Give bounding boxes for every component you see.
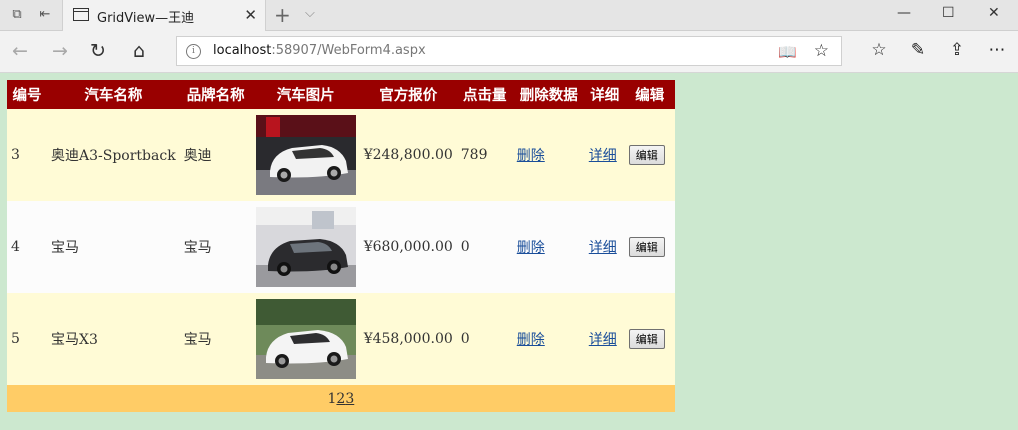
cell-brand: 奥迪 — [179, 109, 252, 201]
close-window-icon[interactable]: ✕ — [988, 5, 1000, 21]
refresh-icon[interactable]: ↻ — [86, 40, 110, 62]
favorite-star-icon[interactable]: ☆ — [814, 41, 829, 61]
cell-car-name: 奥迪A3-Sportback — [47, 109, 180, 201]
car-gridview: 编号 汽车名称 品牌名称 汽车图片 官方报价 点击量 删除数据 详细 编辑 3 … — [7, 80, 675, 412]
cell-image — [251, 293, 360, 385]
maximize-icon[interactable]: ☐ — [942, 5, 955, 21]
cell-clicks: 0 — [456, 201, 513, 293]
edit-button[interactable]: 编辑 — [628, 237, 665, 257]
cell-id: 4 — [7, 201, 47, 293]
tab-list-chevron-icon[interactable]: ⌵ — [305, 6, 315, 21]
tab-title: GridView—王迪 — [97, 11, 195, 26]
close-tab-icon[interactable]: ✕ — [244, 6, 257, 24]
cell-detail: 详细 — [584, 109, 625, 201]
detail-link[interactable]: 详细 — [589, 332, 617, 348]
cell-price: ¥248,800.00 — [359, 109, 457, 201]
pager-link[interactable]: 3 — [345, 391, 354, 407]
cell-car-name: 宝马 — [47, 201, 180, 293]
cell-detail: 详细 — [584, 293, 625, 385]
info-icon[interactable]: i — [186, 44, 201, 59]
delete-link[interactable]: 删除 — [517, 240, 545, 256]
delete-link[interactable]: 删除 — [517, 332, 545, 348]
cell-clicks: 789 — [456, 109, 513, 201]
white-bmw-car-photo — [255, 299, 356, 379]
minimize-icon[interactable]: — — [897, 5, 911, 21]
page-icon — [73, 8, 89, 21]
cell-image — [251, 201, 360, 293]
address-bar[interactable]: i localhost:58907/WebForm4.aspx 📖 ☆ — [176, 36, 842, 66]
set-tabs-aside-icon[interactable]: ⇤ — [36, 6, 54, 24]
cell-delete: 删除 — [512, 201, 585, 293]
address-toolbar: ← → ↻ ⌂ i localhost:58907/WebForm4.aspx … — [0, 31, 1018, 73]
cell-id: 5 — [7, 293, 47, 385]
dark-bmw-car-photo — [255, 207, 356, 287]
delete-link[interactable]: 删除 — [517, 148, 545, 164]
table-row: 4 宝马 宝马 ¥680,000.00 0 删除 详细 编辑 — [7, 201, 675, 293]
header-price: 官方报价 — [359, 80, 457, 109]
edit-button[interactable]: 编辑 — [628, 329, 665, 349]
header-delete: 删除数据 — [512, 80, 585, 109]
cell-image — [251, 109, 360, 201]
pager: 123 — [7, 385, 675, 412]
web-note-icon[interactable]: ✎ — [907, 40, 929, 60]
new-tab-icon[interactable]: + — [274, 3, 291, 27]
detail-link[interactable]: 详细 — [589, 240, 617, 256]
header-id: 编号 — [7, 80, 47, 109]
share-icon[interactable]: ⇪ — [946, 40, 968, 60]
header-image: 汽车图片 — [251, 80, 360, 109]
browser-tab[interactable]: GridView—王迪 ✕ — [62, 0, 266, 31]
header-clicks: 点击量 — [456, 80, 513, 109]
cell-price: ¥458,000.00 — [359, 293, 457, 385]
header-car-name: 汽车名称 — [47, 80, 180, 109]
reading-view-icon[interactable]: 📖 — [778, 43, 797, 61]
cell-clicks: 0 — [456, 293, 513, 385]
table-row: 5 宝马X3 宝马 ¥458,000.00 0 删除 详细 编辑 — [7, 293, 675, 385]
cell-delete: 删除 — [512, 109, 585, 201]
cell-price: ¥680,000.00 — [359, 201, 457, 293]
header-edit: 编辑 — [624, 80, 675, 109]
home-icon[interactable]: ⌂ — [127, 40, 151, 62]
header-row: 编号 汽车名称 品牌名称 汽车图片 官方报价 点击量 删除数据 详细 编辑 — [7, 80, 675, 109]
header-brand: 品牌名称 — [179, 80, 252, 109]
pager-link[interactable]: 2 — [336, 391, 345, 407]
white-audi-car-photo — [255, 115, 356, 195]
cell-delete: 删除 — [512, 293, 585, 385]
more-icon[interactable]: ⋯ — [986, 40, 1008, 60]
cell-car-name: 宝马X3 — [47, 293, 180, 385]
forward-icon[interactable]: → — [48, 40, 72, 62]
edit-button[interactable]: 编辑 — [628, 145, 665, 165]
tab-manager-icon[interactable]: ⧉ — [8, 6, 26, 24]
table-row: 3 奥迪A3-Sportback 奥迪 ¥248,800.00 789 删除 详… — [7, 109, 675, 201]
cell-detail: 详细 — [584, 201, 625, 293]
cell-edit: 编辑 — [624, 109, 675, 201]
favorites-hub-icon[interactable]: ☆ — [868, 40, 890, 60]
detail-link[interactable]: 详细 — [589, 148, 617, 164]
cell-edit: 编辑 — [624, 293, 675, 385]
header-detail: 详细 — [584, 80, 625, 109]
url-text[interactable]: localhost:58907/WebForm4.aspx — [213, 43, 426, 58]
back-icon[interactable]: ← — [8, 40, 32, 62]
cell-brand: 宝马 — [179, 201, 252, 293]
cell-id: 3 — [7, 109, 47, 201]
cell-brand: 宝马 — [179, 293, 252, 385]
cell-edit: 编辑 — [624, 201, 675, 293]
tab-bar: ⧉ ⇤ GridView—王迪 ✕ + ⌵ — ☐ ✕ — [0, 0, 1018, 31]
pager-row: 123 — [7, 385, 675, 412]
